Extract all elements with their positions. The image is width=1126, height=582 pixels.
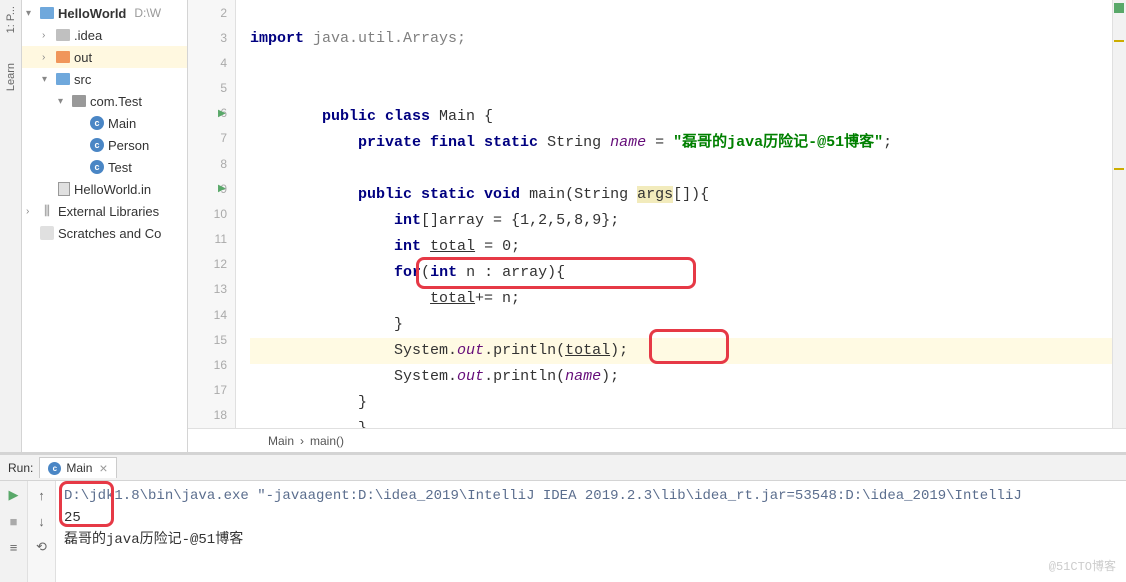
gutter-line[interactable]: 6▶ bbox=[188, 101, 235, 126]
console-line: 磊哥的java历险记-@51博客 bbox=[64, 529, 1118, 551]
chevron-down-icon: ▾ bbox=[58, 96, 68, 107]
close-icon[interactable]: × bbox=[99, 460, 107, 476]
run-gutter-icon[interactable]: ▶ bbox=[218, 108, 226, 119]
warning-mark[interactable] bbox=[1114, 40, 1124, 42]
gutter-line[interactable]: 13 bbox=[188, 277, 235, 302]
run-tab-bar: Run: c Main × bbox=[0, 455, 1126, 481]
analysis-ok-icon bbox=[1114, 3, 1124, 13]
tree-label: .idea bbox=[74, 28, 102, 43]
warning-mark[interactable] bbox=[1114, 168, 1124, 170]
tree-root[interactable]: ▾ HelloWorld D:\W bbox=[22, 2, 187, 24]
gutter-line[interactable]: 12 bbox=[188, 252, 235, 277]
tree-item-external-libs[interactable]: › ⫼ External Libraries bbox=[22, 200, 187, 222]
project-icon bbox=[40, 7, 54, 19]
folder-icon bbox=[56, 29, 70, 41]
rail-learn[interactable]: Learn bbox=[5, 63, 17, 91]
editor-area: 2 3 4 5 6▶ 7 8 9▶ 10 11 12 13 14 15 16 1… bbox=[188, 0, 1126, 452]
tree-label: out bbox=[74, 50, 92, 65]
library-icon: ⫼ bbox=[40, 204, 54, 218]
class-icon: c bbox=[90, 138, 104, 152]
source-folder-icon bbox=[56, 73, 70, 85]
gutter-line[interactable]: 9▶ bbox=[188, 176, 235, 201]
breadcrumb-item[interactable]: Main bbox=[268, 434, 294, 448]
run-panel: Run: c Main × ▶ ■ ≡ ↑ ↓ ⟲ D:\jdk1.8\bin\… bbox=[0, 452, 1126, 582]
project-tree: ▾ HelloWorld D:\W › .idea › out ▾ src bbox=[22, 0, 188, 452]
tree-label: Scratches and Co bbox=[58, 226, 161, 241]
gutter-line[interactable]: 5 bbox=[188, 76, 235, 101]
tree-label: HelloWorld.in bbox=[74, 182, 151, 197]
up-button[interactable]: ↑ bbox=[32, 485, 52, 505]
class-icon: c bbox=[48, 462, 61, 475]
tree-item-iml[interactable]: HelloWorld.in bbox=[22, 178, 187, 200]
gutter-line[interactable]: 17 bbox=[188, 378, 235, 403]
gutter-line[interactable]: 14 bbox=[188, 302, 235, 327]
breadcrumb: Main › main() bbox=[188, 428, 1126, 452]
gutter-line[interactable]: 15 bbox=[188, 327, 235, 352]
rail-project[interactable]: 1: P... bbox=[5, 6, 17, 33]
console-line: 25 bbox=[64, 507, 1118, 529]
soft-wrap-button[interactable]: ⟲ bbox=[32, 537, 52, 557]
class-icon: c bbox=[90, 116, 104, 130]
chevron-down-icon: ▾ bbox=[42, 74, 52, 85]
project-name: HelloWorld bbox=[58, 6, 126, 21]
layout-button[interactable]: ≡ bbox=[4, 537, 24, 557]
run-toolbar-left: ▶ ■ ≡ bbox=[0, 481, 28, 582]
tree-label: com.Test bbox=[90, 94, 142, 109]
gutter-line[interactable]: 2 bbox=[188, 0, 235, 25]
left-tool-rail: 1: P... Learn bbox=[0, 0, 22, 452]
tree-item-idea[interactable]: › .idea bbox=[22, 24, 187, 46]
run-gutter-icon[interactable]: ▶ bbox=[218, 183, 226, 194]
rerun-button[interactable]: ▶ bbox=[4, 485, 24, 505]
tree-item-class-person[interactable]: c Person bbox=[22, 134, 187, 156]
gutter: 2 3 4 5 6▶ 7 8 9▶ 10 11 12 13 14 15 16 1… bbox=[188, 0, 236, 428]
console-output[interactable]: D:\jdk1.8\bin\java.exe "-javaagent:D:\id… bbox=[56, 481, 1126, 582]
tree-label: Main bbox=[108, 116, 136, 131]
gutter-line[interactable]: 7 bbox=[188, 126, 235, 151]
stop-button[interactable]: ■ bbox=[4, 511, 24, 531]
run-tab-label: Main bbox=[66, 461, 92, 475]
code-editor[interactable]: 2 3 4 5 6▶ 7 8 9▶ 10 11 12 13 14 15 16 1… bbox=[188, 0, 1126, 428]
gutter-line[interactable]: 16 bbox=[188, 352, 235, 377]
gutter-line[interactable]: 4 bbox=[188, 50, 235, 75]
tree-item-scratches[interactable]: Scratches and Co bbox=[22, 222, 187, 244]
tree-label: src bbox=[74, 72, 91, 87]
watermark: @51CTO博客 bbox=[1049, 556, 1116, 578]
gutter-line[interactable]: 8 bbox=[188, 151, 235, 176]
chevron-right-icon: › bbox=[42, 30, 52, 41]
run-label: Run: bbox=[8, 461, 33, 475]
gutter-line[interactable]: 10 bbox=[188, 201, 235, 226]
gutter-line[interactable]: 11 bbox=[188, 227, 235, 252]
folder-icon bbox=[56, 51, 70, 63]
main-area: 1: P... Learn ▾ HelloWorld D:\W › .idea … bbox=[0, 0, 1126, 452]
class-icon: c bbox=[90, 160, 104, 174]
chevron-down-icon: ▾ bbox=[26, 8, 36, 19]
package-icon bbox=[72, 95, 86, 107]
breadcrumb-item[interactable]: main() bbox=[310, 434, 344, 448]
run-body: ▶ ■ ≡ ↑ ↓ ⟲ D:\jdk1.8\bin\java.exe "-jav… bbox=[0, 481, 1126, 582]
tree-item-out[interactable]: › out bbox=[22, 46, 187, 68]
breadcrumb-separator: › bbox=[300, 434, 304, 448]
code-content[interactable]: import java.util.Arrays; public class Ma… bbox=[236, 0, 1112, 428]
tree-item-package[interactable]: ▾ com.Test bbox=[22, 90, 187, 112]
error-stripe[interactable] bbox=[1112, 0, 1126, 428]
gutter-line[interactable]: 3 bbox=[188, 25, 235, 50]
chevron-right-icon: › bbox=[42, 52, 52, 63]
ide-root: 1: P... Learn ▾ HelloWorld D:\W › .idea … bbox=[0, 0, 1126, 582]
tree-item-class-main[interactable]: c Main bbox=[22, 112, 187, 134]
tree-label: External Libraries bbox=[58, 204, 159, 219]
run-tab-main[interactable]: c Main × bbox=[39, 457, 116, 478]
scratch-icon bbox=[40, 226, 54, 240]
project-path: D:\W bbox=[134, 6, 161, 20]
chevron-right-icon: › bbox=[26, 206, 36, 217]
tree-item-src[interactable]: ▾ src bbox=[22, 68, 187, 90]
run-toolbar-right: ↑ ↓ ⟲ bbox=[28, 481, 56, 582]
tree-label: Test bbox=[108, 160, 132, 175]
gutter-line[interactable]: 18 bbox=[188, 403, 235, 428]
tree-item-class-test[interactable]: c Test bbox=[22, 156, 187, 178]
down-button[interactable]: ↓ bbox=[32, 511, 52, 531]
console-cmd: D:\jdk1.8\bin\java.exe "-javaagent:D:\id… bbox=[64, 485, 1118, 507]
file-icon bbox=[58, 182, 70, 196]
tree-label: Person bbox=[108, 138, 149, 153]
